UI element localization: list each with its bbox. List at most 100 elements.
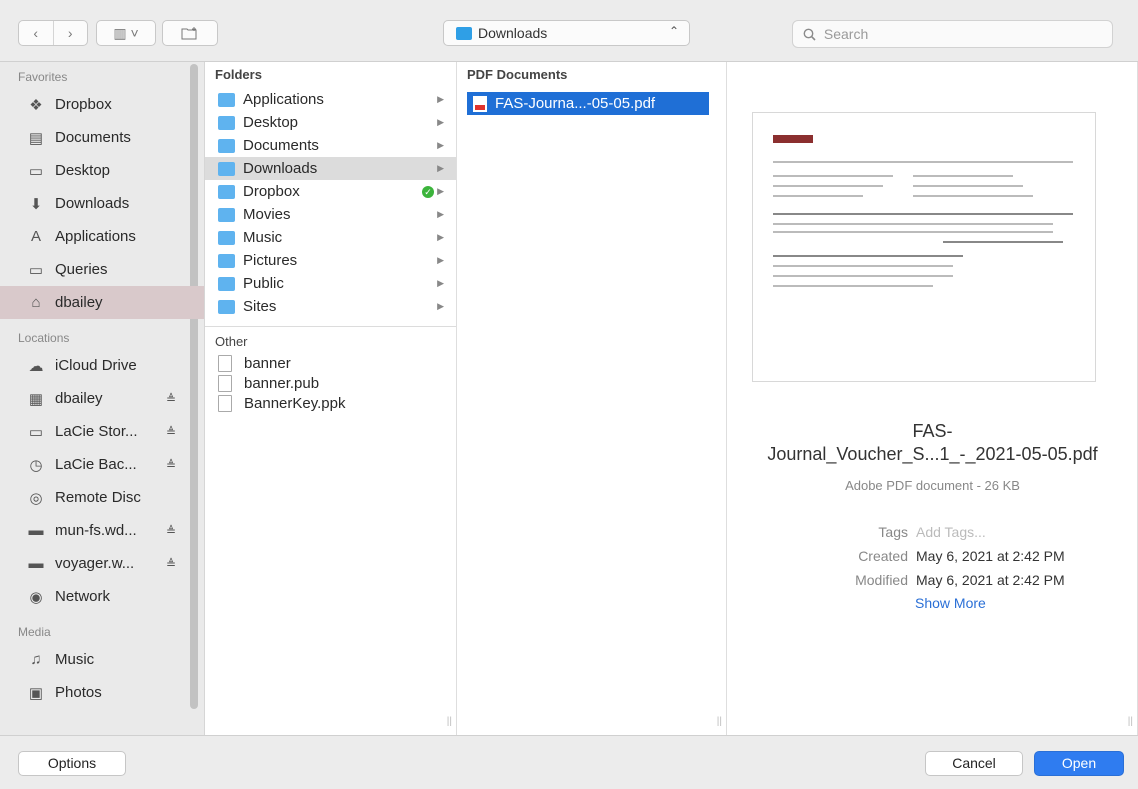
- folder-row-downloads[interactable]: Downloads ▶: [205, 157, 456, 180]
- preview-title-line2: Journal_Voucher_S...1_-_2021-05-05.pdf: [767, 444, 1098, 464]
- sidebar-item-label: LaCie Bac...: [55, 456, 137, 473]
- sidebar-item-network[interactable]: ◉ Network: [0, 580, 204, 613]
- downloads-icon: ⬇: [29, 195, 43, 213]
- column-resize-handle[interactable]: ||: [1128, 716, 1133, 727]
- sidebar-item-applications[interactable]: A Applications: [0, 220, 204, 253]
- cancel-button[interactable]: Cancel: [925, 751, 1023, 776]
- back-button[interactable]: ‹: [19, 21, 54, 45]
- documents-icon: ▤: [28, 129, 44, 147]
- sidebar-item-remote-disc[interactable]: ◎ Remote Disc: [0, 481, 204, 514]
- sidebar-item-mun-fs-wd[interactable]: ▬ mun-fs.wd... ≜: [0, 514, 204, 547]
- sidebar-item-music[interactable]: ♫ Music: [0, 643, 204, 676]
- new-folder-button[interactable]: [162, 20, 218, 46]
- sidebar-item-photos[interactable]: ▣ Photos: [0, 676, 204, 709]
- folder-row-music[interactable]: Music ▶: [205, 226, 456, 249]
- sync-check-icon: ✓: [422, 185, 434, 198]
- chevron-right-icon: ▶: [437, 232, 444, 242]
- sidebar-item-icloud-drive[interactable]: ☁ iCloud Drive: [0, 349, 204, 382]
- options-button[interactable]: Options: [18, 751, 126, 776]
- folder-name: Documents: [243, 137, 319, 154]
- media-header: Media: [18, 625, 51, 639]
- chevron-right-icon: ▶: [437, 255, 444, 265]
- folder-icon: [218, 115, 235, 130]
- sidebar-item-label: Applications: [55, 228, 136, 245]
- music-icon: ♫: [30, 651, 42, 668]
- folder-name: Desktop: [243, 114, 299, 131]
- desktop-icon: ▭: [28, 162, 44, 180]
- sidebar-item-queries[interactable]: ▭ Queries: [0, 253, 204, 286]
- sidebar-item-voyager-w[interactable]: ▬ voyager.w... ≜: [0, 547, 204, 580]
- column-resize-handle[interactable]: ||: [447, 716, 452, 727]
- file-row[interactable]: BannerKey.ppk: [205, 393, 456, 413]
- folder-row-pictures[interactable]: Pictures ▶: [205, 249, 456, 272]
- eject-icon[interactable]: ≜: [166, 392, 176, 406]
- folders-header: Folders: [215, 67, 262, 82]
- created-value: May 6, 2021 at 2:42 PM: [916, 548, 1065, 564]
- folder-row-documents[interactable]: Documents ▶: [205, 134, 456, 157]
- folder-name: Sites: [243, 298, 277, 315]
- folder-row-public[interactable]: Public ▶: [205, 272, 456, 295]
- chevron-right-icon: ▶: [437, 94, 444, 104]
- document-logo: [773, 135, 813, 143]
- pdf-file-row[interactable]: FAS-Journa...-05-05.pdf: [467, 92, 709, 115]
- column-resize-handle[interactable]: ||: [717, 716, 722, 727]
- toolbar: ‹ › ▥ ˅ Downloads ⌃ Search: [0, 0, 1138, 62]
- chevron-right-icon: ▶: [437, 278, 444, 288]
- folder-row-applications[interactable]: Applications ▶: [205, 88, 456, 111]
- eject-icon[interactable]: ≜: [166, 524, 176, 538]
- sidebar-item-dbailey[interactable]: ▦ dbailey ≜: [0, 382, 204, 415]
- folder-icon: ▭: [28, 261, 44, 279]
- sidebar-item-label: mun-fs.wd...: [55, 522, 137, 539]
- sidebar-item-label: iCloud Drive: [55, 357, 137, 374]
- folder-name: Music: [243, 229, 283, 246]
- open-button[interactable]: Open: [1034, 751, 1124, 776]
- chevron-right-icon: ▶: [437, 209, 444, 219]
- sidebar-item-downloads[interactable]: ⬇ Downloads: [0, 187, 204, 220]
- forward-button[interactable]: ›: [54, 21, 88, 45]
- favorites-header: Favorites: [18, 70, 68, 84]
- view-mode-button[interactable]: ▥ ˅: [96, 20, 156, 46]
- sidebar-item-dropbox[interactable]: ❖ Dropbox: [0, 88, 204, 121]
- pdf-header: PDF Documents: [467, 67, 568, 82]
- eject-icon[interactable]: ≜: [166, 458, 176, 472]
- chevron-right-icon: ▶: [437, 301, 444, 311]
- folder-row-movies[interactable]: Movies ▶: [205, 203, 456, 226]
- eject-icon[interactable]: ≜: [166, 557, 176, 571]
- sidebar-item-lacie-bac[interactable]: ◷ LaCie Bac... ≜: [0, 448, 204, 481]
- sidebar-item-label: Desktop: [55, 162, 111, 179]
- folder-row-dropbox[interactable]: Dropbox ▶ ✓: [205, 180, 456, 203]
- sidebar-item-lacie-stor[interactable]: ▭ LaCie Stor... ≜: [0, 415, 204, 448]
- chevron-right-icon: ▶: [437, 140, 444, 150]
- sidebar-item-label: dbailey: [55, 294, 103, 311]
- downloads-folder-icon: [456, 26, 472, 40]
- path-popup[interactable]: Downloads ⌃: [443, 20, 690, 46]
- eject-icon[interactable]: ≜: [166, 425, 176, 439]
- preview-title-line1: FAS-: [912, 421, 953, 441]
- search-field[interactable]: Search: [792, 20, 1113, 48]
- preview-pane: FAS- Journal_Voucher_S...1_-_2021-05-05.…: [727, 62, 1138, 735]
- file-name: banner: [244, 354, 291, 372]
- sidebar-item-desktop[interactable]: ▭ Desktop: [0, 154, 204, 187]
- folder-row-sites[interactable]: Sites ▶: [205, 295, 456, 318]
- search-placeholder: Search: [823, 26, 869, 42]
- tags-input[interactable]: Add Tags...: [916, 524, 986, 540]
- folder-icon: [218, 207, 235, 222]
- folder-name: Pictures: [243, 252, 298, 269]
- network-icon: ◉: [29, 588, 43, 606]
- sidebar-item-label: Network: [55, 588, 111, 605]
- file-name: banner.pub: [244, 374, 320, 392]
- sidebar: Favorites ❖ Dropbox ▤ Documents ▭ Desktop ⬇ Dow…: [0, 62, 205, 735]
- modified-value: May 6, 2021 at 2:42 PM: [916, 572, 1065, 588]
- file-row[interactable]: banner.pub: [205, 373, 456, 393]
- updown-arrows-icon: ⌃: [668, 24, 679, 38]
- folder-row-desktop[interactable]: Desktop ▶: [205, 111, 456, 134]
- sidebar-item-label: dbailey: [55, 390, 103, 407]
- sidebar-item-dbailey[interactable]: ⌂ dbailey: [0, 286, 204, 319]
- sidebar-item-documents[interactable]: ▤ Documents: [0, 121, 204, 154]
- file-row[interactable]: banner: [205, 353, 456, 373]
- show-more-link[interactable]: Show More: [915, 595, 986, 611]
- folder-icon: [218, 299, 235, 314]
- nav-buttons: ‹ ›: [18, 20, 88, 46]
- new-folder-icon: [181, 26, 197, 39]
- timemachine-icon: ◷: [29, 456, 43, 474]
